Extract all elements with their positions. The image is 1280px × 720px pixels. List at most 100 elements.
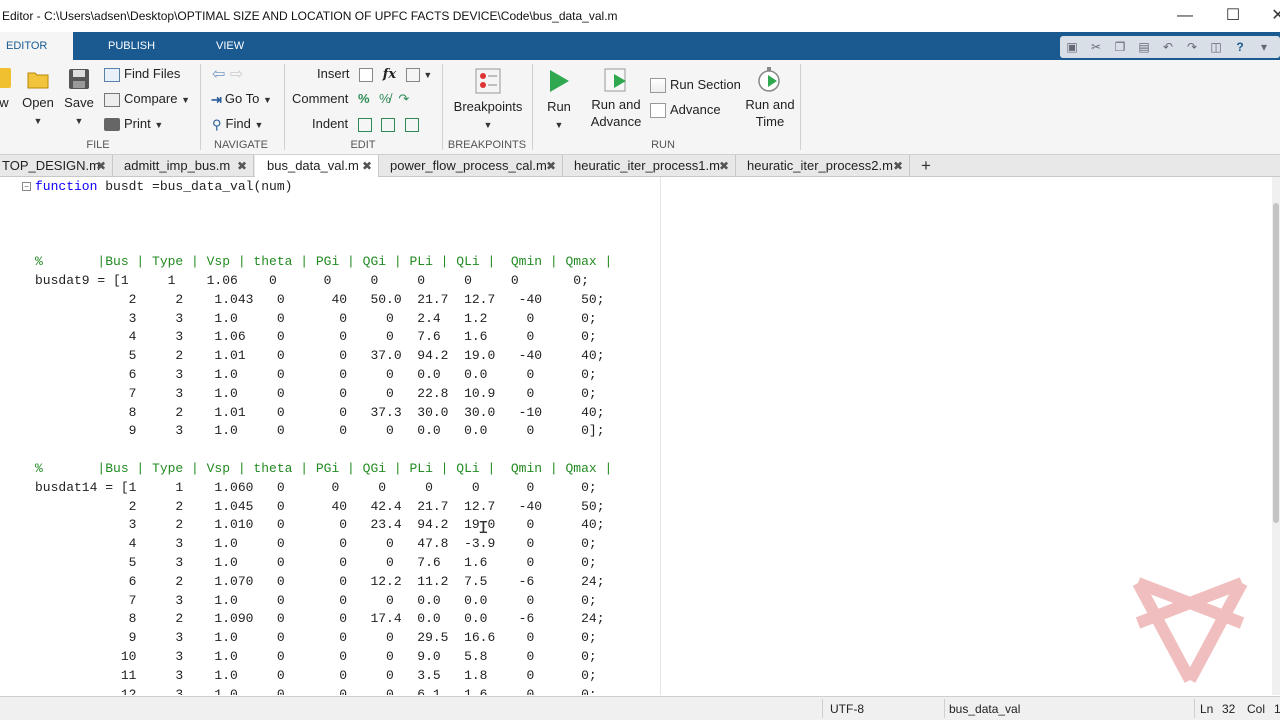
file-tab-admitt-imp-bus[interactable]: admitt_imp_bus.m ✖ <box>114 155 254 177</box>
code-line[interactable]: 8 2 1.090 0 0 17.4 0.0 0.0 -6 24; <box>35 610 612 629</box>
code-line[interactable]: 9 3 1.0 0 0 0 0.0 0.0 0 0]; <box>35 422 612 441</box>
find-button[interactable]: ⚲ Find ▼ <box>212 116 263 133</box>
save-button[interactable]: Save ▼ <box>62 68 96 130</box>
close-tab-icon[interactable]: ✖ <box>719 155 729 177</box>
run-button[interactable]: Run ▼ <box>540 68 578 134</box>
file-tab-top-design[interactable]: TOP_DESIGN.m ✖ <box>0 155 113 177</box>
new-button[interactable]: w <box>0 68 14 111</box>
close-window-button[interactable]: ✕ <box>1258 4 1280 28</box>
scrollbar-thumb[interactable] <box>1273 203 1279 523</box>
code-line[interactable]: 11 3 1.0 0 0 0 3.5 1.8 0 0; <box>35 667 612 686</box>
save-icon[interactable]: ▣ <box>1062 38 1082 56</box>
compare-button[interactable]: Compare ▼ <box>104 91 190 107</box>
expand-icon[interactable]: ▾ <box>1254 38 1274 56</box>
code-line[interactable] <box>35 216 612 235</box>
code-line[interactable]: % |Bus | Type | Vsp | theta | PGi | QGi … <box>35 460 612 479</box>
code-line[interactable] <box>35 234 612 253</box>
undo-icon[interactable]: ↶ <box>1158 38 1178 56</box>
close-tab-icon[interactable]: ✖ <box>893 155 903 177</box>
increase-indent-icon[interactable] <box>381 117 396 132</box>
code-line[interactable]: 7 3 1.0 0 0 0 22.8 10.9 0 0; <box>35 385 612 404</box>
code-line[interactable]: 7 3 1.0 0 0 0 0.0 0.0 0 0; <box>35 592 612 611</box>
forward-arrow-icon[interactable]: ⇨ <box>230 66 243 83</box>
goto-button[interactable]: ⇥ Go To ▼ <box>211 91 272 108</box>
run-and-time-button[interactable]: Run and Time <box>742 66 798 130</box>
comment-button[interactable]: Comment % %̸ ↷ <box>292 91 409 107</box>
file-tab-power-flow-process-cal[interactable]: power_flow_process_cal.m ✖ <box>380 155 563 177</box>
code-line[interactable]: busdat9 = [1 1 1.06 0 0 0 0 0 0 0; <box>35 272 612 291</box>
uncomment-icon[interactable]: %̸ <box>379 91 391 106</box>
new-tab-plus-icon[interactable]: + <box>911 155 941 177</box>
code-line[interactable]: 3 3 1.0 0 0 0 2.4 1.2 0 0; <box>35 310 612 329</box>
close-tab-icon[interactable]: ✖ <box>96 155 106 177</box>
minimize-button[interactable]: — <box>1165 4 1205 28</box>
indent-label: Indent <box>312 116 349 131</box>
find-files-button[interactable]: Find Files <box>104 66 180 82</box>
breakpoints-dropdown-icon[interactable]: ▼ <box>484 120 493 130</box>
save-dropdown-icon[interactable]: ▼ <box>75 116 84 126</box>
maximize-button[interactable]: ☐ <box>1213 4 1253 28</box>
code-editor[interactable]: − function busdt =bus_data_val(num) % |B… <box>0 177 1280 695</box>
code-line[interactable]: 5 2 1.01 0 0 37.0 94.2 19.0 -40 40; <box>35 347 612 366</box>
run-dropdown-icon[interactable]: ▼ <box>555 120 564 130</box>
compare-dropdown-icon[interactable]: ▼ <box>181 95 190 105</box>
code-line[interactable]: 2 2 1.043 0 40 50.0 21.7 12.7 -40 50; <box>35 291 612 310</box>
fx-icon[interactable]: fx <box>383 67 396 82</box>
run-and-time-label-1: Run and <box>745 97 795 112</box>
code-line[interactable]: 10 3 1.0 0 0 0 9.0 5.8 0 0; <box>35 648 612 667</box>
breakpoints-button[interactable]: Breakpoints ▼ <box>450 68 526 134</box>
code-line[interactable]: 8 2 1.01 0 0 37.3 30.0 30.0 -10 40; <box>35 404 612 423</box>
redo-icon[interactable]: ↷ <box>1182 38 1202 56</box>
tab-editor[interactable]: EDITOR <box>0 32 73 60</box>
find-dropdown-icon[interactable]: ▼ <box>254 120 263 130</box>
switch-windows-icon[interactable]: ◫ <box>1206 38 1226 56</box>
insert-icon <box>359 67 374 82</box>
open-dropdown-icon[interactable]: ▼ <box>34 116 43 126</box>
code-line[interactable]: 2 2 1.045 0 40 42.4 21.7 12.7 -40 50; <box>35 498 612 517</box>
file-tab-bus-data-val[interactable]: bus_data_val.m ✖ <box>255 155 379 178</box>
code-line[interactable]: 4 3 1.06 0 0 0 7.6 1.6 0 0; <box>35 328 612 347</box>
file-tab-heuratic-iter-process2[interactable]: heuratic_iter_process2.m ✖ <box>737 155 910 177</box>
code-line[interactable] <box>35 441 612 460</box>
print-button[interactable]: Print ▼ <box>104 116 163 132</box>
fold-toggle-icon[interactable]: − <box>22 182 31 191</box>
vertical-scrollbar[interactable] <box>1272 177 1280 695</box>
insert-button[interactable]: Insert fx ▼ <box>317 66 432 82</box>
decrease-indent-icon[interactable] <box>405 117 420 132</box>
code-line[interactable]: 9 3 1.0 0 0 0 29.5 16.6 0 0; <box>35 629 612 648</box>
code-line[interactable]: 4 3 1.0 0 0 0 47.8 -3.9 0 0; <box>35 535 612 554</box>
close-tab-icon[interactable]: ✖ <box>237 155 247 177</box>
tab-publish[interactable]: PUBLISH <box>108 32 155 60</box>
code-line[interactable]: 3 2 1.010 0 0 23.4 94.2 19.0 0 40; <box>35 516 612 535</box>
tab-view[interactable]: VIEW <box>216 32 244 60</box>
back-arrow-icon[interactable]: ⇦ <box>212 66 225 83</box>
wrap-comment-icon[interactable]: ↷ <box>398 91 409 106</box>
code-line[interactable]: 5 3 1.0 0 0 0 7.6 1.6 0 0; <box>35 554 612 573</box>
print-dropdown-icon[interactable]: ▼ <box>154 120 163 130</box>
advance-button[interactable]: Advance <box>650 102 721 119</box>
smart-indent-icon[interactable] <box>357 117 372 132</box>
run-section-button[interactable]: Run Section <box>650 77 741 94</box>
open-button[interactable]: Open ▼ <box>20 68 56 130</box>
code-line[interactable]: 6 2 1.070 0 0 12.2 11.2 7.5 -6 24; <box>35 573 612 592</box>
code-line[interactable]: function busdt =bus_data_val(num) <box>35 178 612 197</box>
close-tab-icon[interactable]: ✖ <box>362 155 372 177</box>
percent-icon[interactable]: % <box>358 91 370 106</box>
code-line[interactable]: busdat14 = [1 1 1.060 0 0 0 0 0 0 0; <box>35 479 612 498</box>
code-line[interactable]: 6 3 1.0 0 0 0 0.0 0.0 0 0; <box>35 366 612 385</box>
cut-icon[interactable]: ✂ <box>1086 38 1106 56</box>
code-text[interactable]: function busdt =bus_data_val(num) % |Bus… <box>35 178 612 695</box>
code-line[interactable] <box>35 197 612 216</box>
insert-dropdown-icon[interactable]: ▼ <box>423 70 432 80</box>
file-tab-heuratic-iter-process1[interactable]: heuratic_iter_process1.m ✖ <box>564 155 736 177</box>
run-and-advance-button[interactable]: Run and Advance <box>586 66 646 130</box>
indent-button[interactable]: Indent <box>312 116 420 132</box>
goto-dropdown-icon[interactable]: ▼ <box>263 95 272 105</box>
function-hint-icon[interactable] <box>405 67 420 82</box>
paste-icon[interactable]: ▤ <box>1134 38 1154 56</box>
code-line[interactable]: 12 3 1.0 0 0 0 6.1 1.6 0 0; <box>35 686 612 695</box>
close-tab-icon[interactable]: ✖ <box>546 155 556 177</box>
copy-icon[interactable]: ❐ <box>1110 38 1130 56</box>
code-line[interactable]: % |Bus | Type | Vsp | theta | PGi | QGi … <box>35 253 612 272</box>
help-icon[interactable]: ? <box>1230 38 1250 56</box>
